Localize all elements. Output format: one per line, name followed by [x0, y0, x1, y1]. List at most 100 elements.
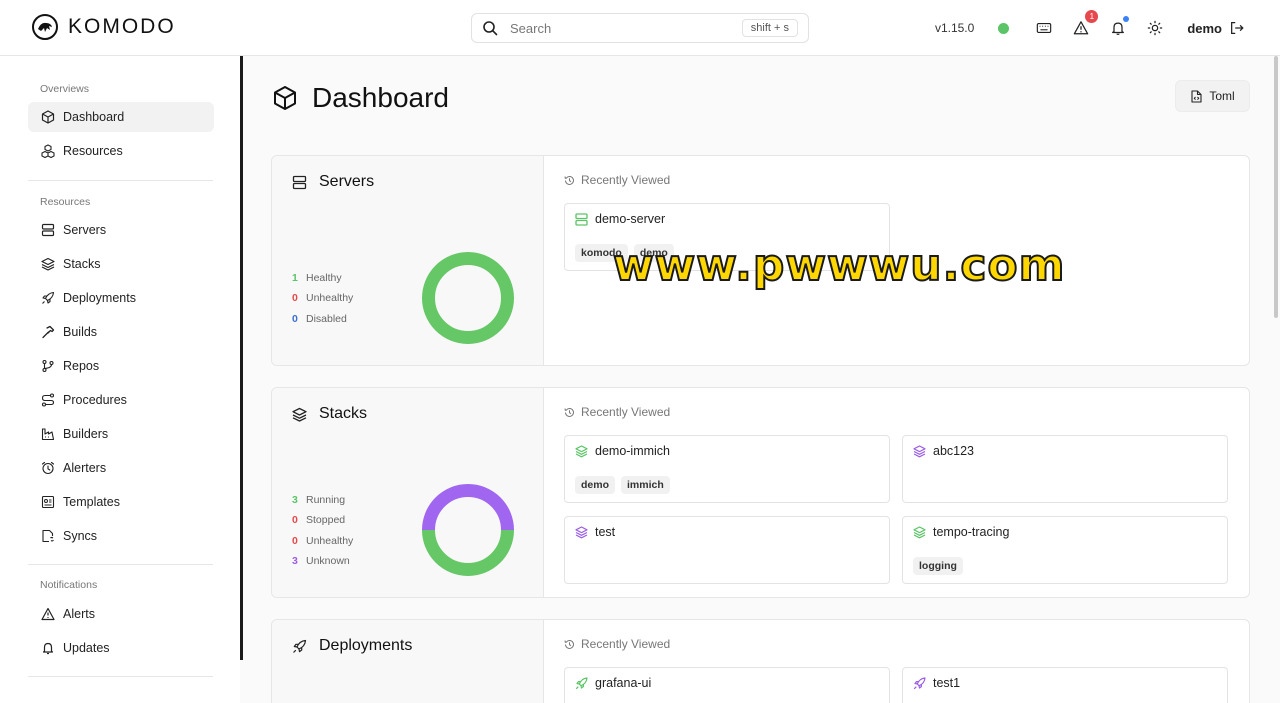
- stacks-donut-chart: [422, 484, 514, 576]
- sidebar-item-servers[interactable]: Servers: [28, 215, 214, 245]
- stat-label: Unhealthy: [306, 534, 354, 547]
- tag[interactable]: immich: [621, 476, 670, 494]
- stat-count: 3: [292, 494, 298, 507]
- box-icon: [274, 86, 296, 110]
- stack-item-demo-immich[interactable]: demo-immich demo immich: [564, 435, 890, 503]
- deployments-card: Deployments Recently Viewed grafana-ui t…: [271, 619, 1250, 703]
- item-name: demo-server: [595, 212, 666, 226]
- sidebar-item-alerters[interactable]: Alerters: [28, 453, 214, 483]
- file-code-icon: [1191, 89, 1202, 103]
- brand-name: KOMODO: [68, 15, 176, 38]
- servers-summary[interactable]: Servers 1 Healthy 0 Unhealthy 0 Disabled: [272, 156, 544, 365]
- sidebar-item-stacks[interactable]: Stacks: [28, 249, 214, 279]
- rocket-icon: [293, 639, 307, 653]
- donut-segment: [422, 484, 514, 531]
- tag[interactable]: logging: [913, 557, 963, 575]
- stat-count: 0: [292, 514, 298, 527]
- servers-card-title[interactable]: Servers: [292, 173, 374, 191]
- tag[interactable]: demo: [575, 476, 616, 494]
- sidebar-item-label: Builders: [63, 427, 109, 441]
- stat-stopped: 0 Stopped: [292, 510, 353, 530]
- git-branch-icon: [42, 359, 54, 373]
- sidebar-item-dashboard[interactable]: Dashboard: [28, 102, 214, 132]
- keyboard-icon[interactable]: [1035, 19, 1053, 37]
- theme-sun-icon[interactable]: [1146, 19, 1164, 37]
- sidebar-separator: [28, 564, 213, 565]
- recent-label-text: Recently Viewed: [581, 405, 671, 419]
- donut-segment: [422, 252, 514, 344]
- user-menu[interactable]: demo: [1187, 21, 1222, 36]
- sidebar-item-label: Repos: [63, 359, 100, 373]
- box-icon: [41, 110, 55, 124]
- alert-triangle-icon[interactable]: 1: [1072, 10, 1099, 37]
- page-title: Dashboard: [272, 82, 449, 114]
- sidebar-item-updates[interactable]: Updates: [28, 633, 214, 663]
- logout-icon[interactable]: [1228, 19, 1246, 37]
- page-scrollbar[interactable]: [1274, 56, 1278, 318]
- stacks-card-title[interactable]: Stacks: [292, 405, 367, 423]
- sidebar-item-procedures[interactable]: Procedures: [28, 385, 214, 415]
- sidebar-item-label: Alerts: [63, 607, 95, 621]
- notification-dot: [1123, 16, 1130, 22]
- sidebar-item-label: Templates: [63, 495, 120, 509]
- sidebar-item-label: Servers: [63, 223, 107, 237]
- stat-healthy: 1 Healthy: [292, 268, 353, 288]
- sidebar-section-resources: Resources: [40, 196, 91, 208]
- rocket-icon: [913, 676, 926, 689]
- stat-count: 0: [292, 312, 298, 325]
- bell-icon[interactable]: [1109, 16, 1130, 37]
- layers-icon: [292, 407, 307, 422]
- servers-stats: 1 Healthy 0 Unhealthy 0 Disabled: [292, 268, 353, 329]
- stat-unhealthy: 0 Unhealthy: [292, 288, 353, 308]
- alert-triangle-icon: [41, 607, 55, 621]
- stacks-stats: 3 Running 0 Stopped 0 Unhealthy 3 Unknown: [292, 490, 353, 571]
- sidebar-item-label: Updates: [63, 641, 110, 655]
- watermark-text: www.pwwwu.com: [612, 239, 1066, 292]
- sidebar-item-syncs[interactable]: Syncs: [28, 521, 214, 551]
- sidebar-item-repos[interactable]: Repos: [28, 351, 214, 381]
- item-name: test1: [933, 676, 961, 690]
- deployments-card-title[interactable]: Deployments: [292, 637, 412, 655]
- sidebar-item-label: Resources: [63, 144, 123, 158]
- search-bar[interactable]: Search shift + s: [471, 13, 809, 43]
- stat-label: Disabled: [306, 312, 347, 325]
- server-icon: [292, 175, 307, 189]
- top-bar: KOMODO Search shift + s v1.15.0 1 demo: [0, 0, 1280, 56]
- stack-item-tempo-tracing[interactable]: tempo-tracing logging: [902, 516, 1228, 584]
- hammer-icon: [42, 325, 55, 339]
- servers-title-text: Servers: [319, 173, 375, 190]
- stat-count: 3: [292, 555, 298, 568]
- stacks-summary[interactable]: Stacks 3 Running 0 Stopped 0 Unhealthy 3 Unk…: [272, 388, 544, 597]
- toml-button[interactable]: Toml: [1175, 80, 1250, 112]
- sidebar-item-builds[interactable]: Builds: [28, 317, 214, 347]
- stat-running: 3 Running: [292, 490, 353, 510]
- sidebar-item-alerts[interactable]: Alerts: [28, 599, 214, 629]
- sidebar-item-builders[interactable]: Builders: [28, 419, 214, 449]
- stat-disabled: 0 Disabled: [292, 309, 353, 329]
- item-name: test: [595, 525, 616, 539]
- layers-icon: [913, 444, 926, 457]
- sidebar-item-deployments[interactable]: Deployments: [28, 283, 214, 313]
- search-shortcut: shift + s: [741, 19, 798, 37]
- item-name: demo-immich: [595, 444, 671, 458]
- deployment-item-test1[interactable]: test1: [902, 667, 1228, 703]
- stat-unhealthy: 0 Unhealthy: [292, 531, 353, 551]
- layers-icon: [913, 525, 926, 538]
- sidebar-item-resources[interactable]: Resources: [28, 136, 214, 166]
- factory-icon: [41, 428, 55, 441]
- stack-item-test[interactable]: test: [564, 516, 890, 584]
- toml-button-label: Toml: [1209, 89, 1235, 103]
- deployments-summary[interactable]: Deployments: [272, 620, 544, 703]
- recent-label-text: Recently Viewed: [581, 173, 671, 187]
- sidebar-item-templates[interactable]: Templates: [28, 487, 214, 517]
- stat-label: Unknown: [306, 555, 350, 568]
- file-sync-icon: [42, 529, 54, 543]
- brand[interactable]: KOMODO: [32, 14, 176, 40]
- sidebar-section-overviews: Overviews: [40, 83, 90, 95]
- stat-count: 0: [292, 534, 298, 547]
- sidebar-section-notifications: Notifications: [40, 579, 98, 591]
- history-icon: [564, 407, 574, 417]
- stack-item-abc123[interactable]: abc123: [902, 435, 1228, 503]
- deployment-item-grafana-ui[interactable]: grafana-ui: [564, 667, 890, 703]
- alert-count-badge: 1: [1085, 10, 1099, 23]
